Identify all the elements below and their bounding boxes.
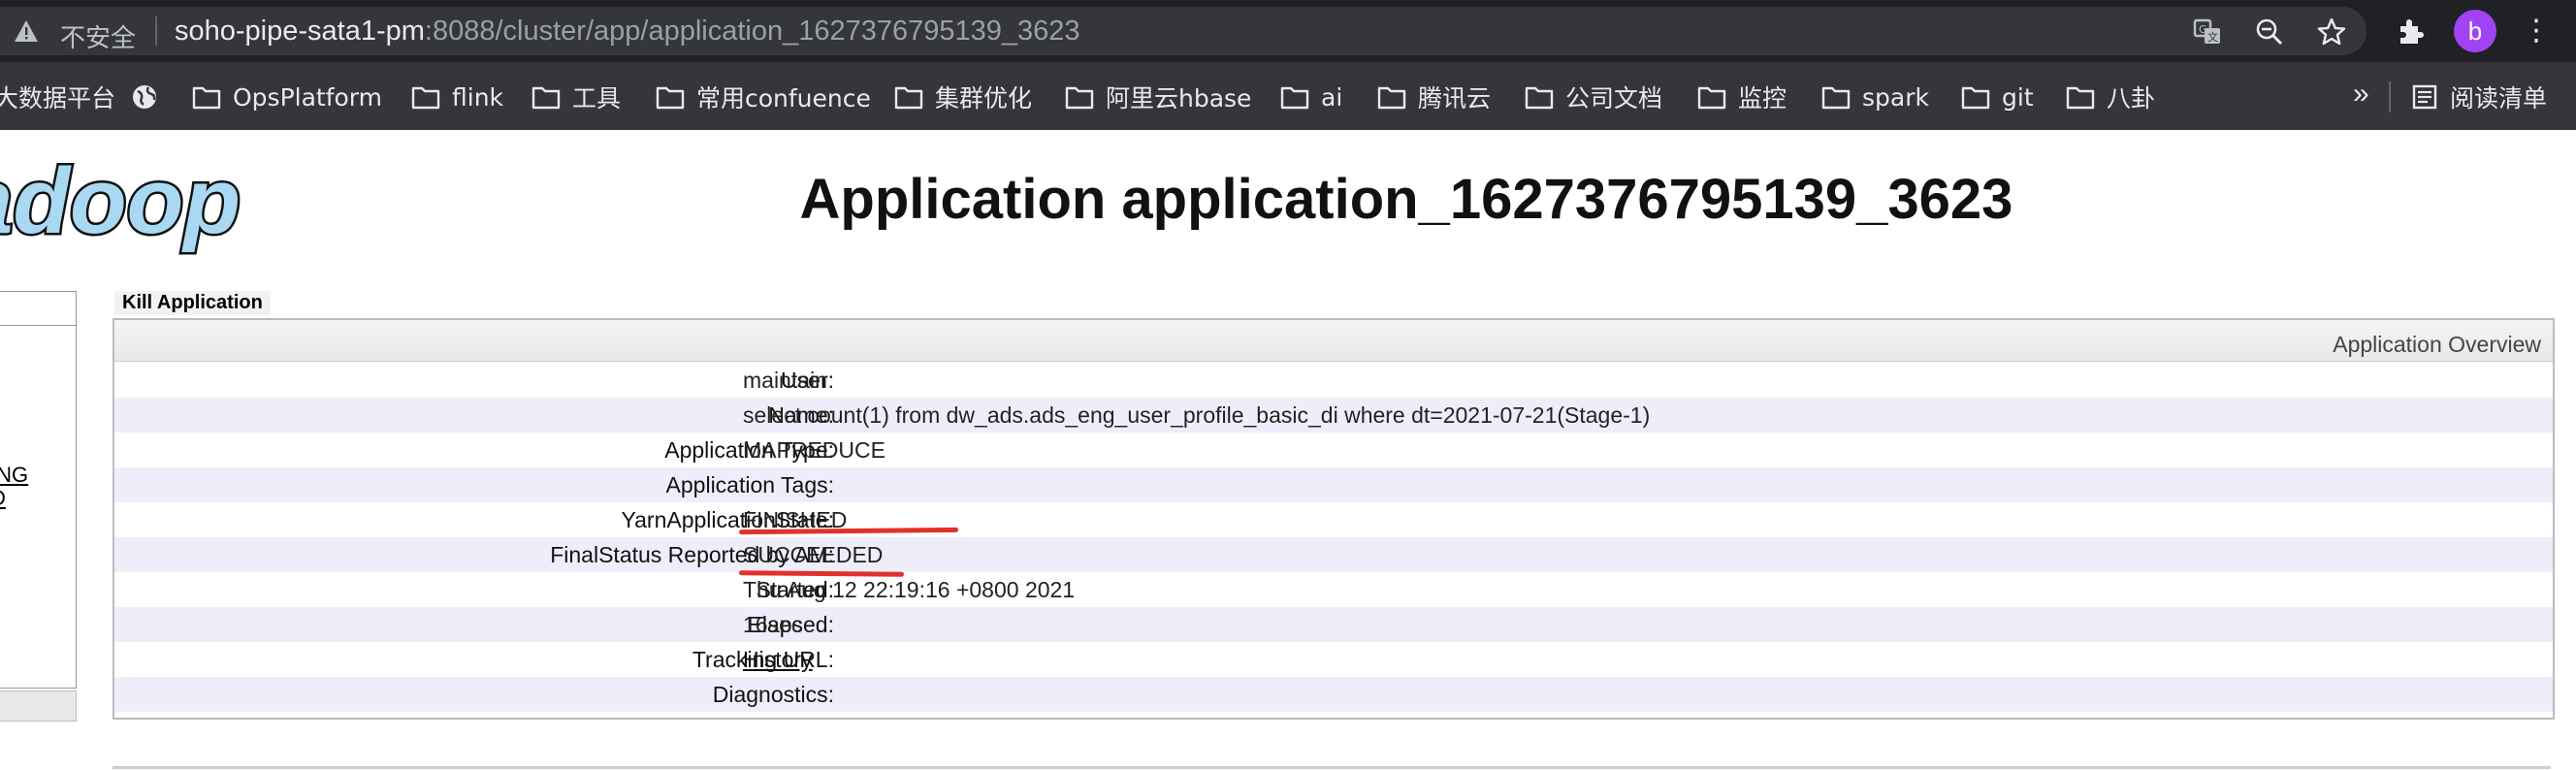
- reading-list-button[interactable]: 阅读清单: [2411, 80, 2547, 113]
- table-row: Tracking URL: History: [114, 642, 2553, 677]
- bookmark-flink[interactable]: flink: [411, 80, 503, 113]
- folder-icon: [1525, 86, 1554, 110]
- folder-icon: [531, 86, 561, 110]
- bookmarks-bar: 大数据平台 OpsPlatform flink 工具 常用confuence 集…: [0, 62, 2576, 130]
- row-key-diagnostics: Diagnostics:: [712, 682, 834, 707]
- table-row: Name: select count(1) from dw_ads.ads_en…: [114, 398, 2553, 433]
- bookmark-opsplatform[interactable]: OpsPlatform: [192, 80, 382, 113]
- table-row: Application Tags:: [114, 467, 2553, 502]
- omnibox-divider: [155, 16, 157, 46]
- bookmark-monitoring[interactable]: 监控: [1697, 80, 1787, 113]
- folder-icon: [894, 86, 923, 110]
- folder-icon: [1377, 86, 1406, 110]
- table-row: User: maintain: [114, 363, 2553, 398]
- bookmark-label: 监控: [1738, 84, 1787, 112]
- bookmark-ai[interactable]: ai: [1280, 80, 1342, 113]
- bookmark-gossip[interactable]: 八卦: [2066, 80, 2155, 113]
- url-host: soho-pipe-sata1-pm: [175, 16, 425, 47]
- zoom-icon[interactable]: [2254, 16, 2285, 48]
- row-value-application-type: MAPREDUCE: [743, 437, 886, 463]
- bookmark-label: 八卦: [2107, 84, 2156, 112]
- folder-icon: [192, 86, 221, 110]
- table-row: Diagnostics:: [114, 677, 2553, 712]
- folder-icon: [1821, 86, 1851, 110]
- logo-text: adoop: [0, 155, 241, 253]
- extensions-icon[interactable]: [2396, 16, 2427, 47]
- bookmark-label: git: [2002, 82, 2034, 112]
- nav-link-finished[interactable]: D: [0, 486, 6, 511]
- table-row: Elapsed: 16sec: [114, 607, 2553, 642]
- bookmark-aliyun-hbase[interactable]: 阿里云hbase: [1065, 80, 1251, 113]
- star-icon[interactable]: [2316, 16, 2347, 48]
- folder-icon: [2066, 86, 2095, 110]
- nav-link-running[interactable]: ING: [0, 463, 28, 488]
- folder-icon: [1280, 86, 1309, 110]
- browser-address-bar: 不安全 soho-pipe-sata1-pm:8088/cluster/app/…: [0, 0, 2576, 62]
- folder-icon: [1697, 86, 1726, 110]
- more-bookmarks-button[interactable]: »: [2353, 78, 2369, 111]
- kill-application-button[interactable]: Kill Application: [114, 291, 271, 315]
- bookmark-label: 常用confuence: [696, 84, 871, 112]
- bookmark-label: ai: [1321, 82, 1343, 112]
- bookmark-tencent-cloud[interactable]: 腾讯云: [1377, 80, 1491, 113]
- table-row: YarnApplicationState: FINISHED: [114, 502, 2553, 537]
- translate-icon[interactable]: G文: [2192, 16, 2223, 48]
- bookmark-globe[interactable]: [130, 80, 159, 113]
- bookmark-label: 公司文档: [1565, 84, 1663, 112]
- reading-list-label: 阅读清单: [2450, 84, 2548, 112]
- globe-icon: [133, 85, 156, 109]
- folder-icon: [1961, 86, 1990, 110]
- hadoop-logo[interactable]: adoop: [0, 147, 281, 267]
- table-row: FinalStatus Reported by AM: SUCCEEDED: [114, 537, 2553, 572]
- left-nav-footer: [0, 690, 77, 722]
- url-text[interactable]: soho-pipe-sata1-pm:8088/cluster/app/appl…: [175, 16, 1080, 48]
- bookmark-label: OpsPlatform: [233, 82, 383, 112]
- warning-icon[interactable]: [14, 18, 39, 48]
- bookmark-label: 大数据平台: [0, 84, 116, 112]
- bookmark-label: 阿里云hbase: [1106, 84, 1252, 112]
- menu-icon[interactable]: ⋮: [2522, 12, 2551, 50]
- row-value-started: Thu Aug 12 22:19:16 +0800 2021: [743, 577, 1076, 602]
- row-key-application-tags: Application Tags:: [665, 472, 834, 497]
- bookmark-label: spark: [1862, 82, 1929, 112]
- folder-icon: [656, 86, 685, 110]
- bookmark-git[interactable]: git: [1961, 80, 2034, 113]
- bookmark-cluster-opt[interactable]: 集群优化: [894, 80, 1032, 113]
- table-row: Application Type: MAPREDUCE: [114, 433, 2553, 467]
- url-path: :8088/cluster/app/application_1627376795…: [424, 16, 1080, 47]
- table-row: Started: Thu Aug 12 22:19:16 +0800 2021: [114, 572, 2553, 607]
- bookmark-company-docs[interactable]: 公司文档: [1525, 80, 1662, 113]
- svg-text:文: 文: [2207, 30, 2218, 44]
- omnibox[interactable]: 不安全 soho-pipe-sata1-pm:8088/cluster/app/…: [0, 7, 2367, 55]
- row-value-user: maintain: [743, 368, 827, 393]
- overview-header: Application Overview: [114, 320, 2553, 362]
- footer-divider: [113, 766, 2551, 769]
- security-label[interactable]: 不安全: [60, 18, 136, 54]
- left-nav-header: [0, 292, 76, 326]
- bookmark-label: flink: [452, 82, 504, 112]
- row-value-elapsed: 16sec: [743, 612, 803, 637]
- bookmark-label: 工具: [572, 84, 622, 112]
- bookmarks-divider: [2389, 81, 2391, 112]
- page-title: Application application_1627376795139_36…: [799, 168, 2013, 231]
- bookmark-tools[interactable]: 工具: [531, 80, 621, 113]
- folder-icon: [411, 86, 440, 110]
- folder-icon: [1065, 86, 1094, 110]
- left-navigation: ING D: [0, 291, 77, 689]
- bookmark-label: 腾讯云: [1418, 84, 1492, 112]
- bookmark-label: 集群优化: [935, 84, 1033, 112]
- overview-title: Application Overview: [2333, 332, 2541, 357]
- bookmark-spark[interactable]: spark: [1821, 80, 1929, 113]
- bookmark-bigdata[interactable]: 大数据平台: [0, 80, 115, 113]
- row-value-final-status: SUCCEEDED: [743, 542, 884, 567]
- profile-avatar[interactable]: b: [2454, 10, 2496, 52]
- bookmark-confuence[interactable]: 常用confuence: [656, 80, 871, 113]
- row-value-name: select count(1) from dw_ads.ads_eng_user…: [743, 402, 1651, 428]
- reading-list-icon: [2412, 84, 2437, 110]
- application-overview-table: Application Overview User: maintain Name…: [113, 318, 2555, 720]
- tracking-url-history-link[interactable]: History: [743, 647, 813, 673]
